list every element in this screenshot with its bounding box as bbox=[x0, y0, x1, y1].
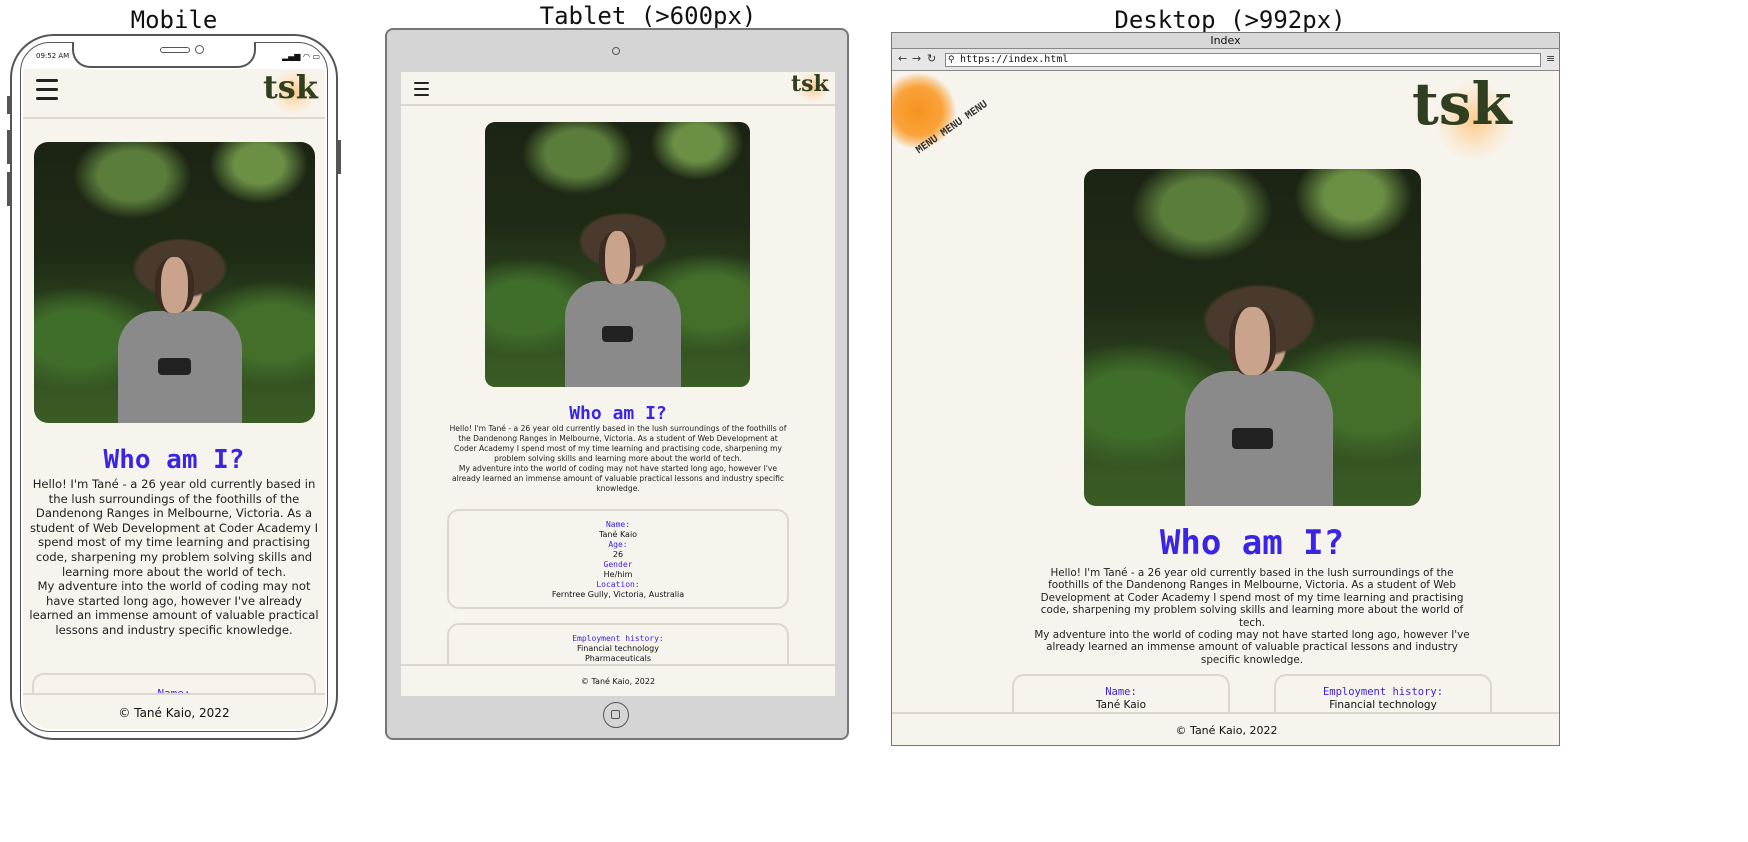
mobile-footer: © Tané Kaio, 2022 bbox=[23, 693, 325, 729]
signal-icon: ▂▄▆ ◠ ▭ bbox=[282, 52, 321, 61]
name-label: Name: bbox=[1105, 686, 1137, 698]
browser-titlebar: Index bbox=[892, 33, 1559, 49]
age-value: 26 bbox=[612, 550, 624, 559]
tablet-screen: tsk Who am I? Hello! I'm Tané - a 26 yea… bbox=[401, 72, 835, 696]
browser-toolbar: ← → ↻ ⚲ https://index.html ≡ bbox=[892, 49, 1559, 71]
gender-value: He/him bbox=[603, 570, 633, 579]
tablet-home-button bbox=[603, 702, 629, 728]
phone-speaker bbox=[160, 47, 190, 53]
location-value: Ferntree Gully, Victoria, Australia bbox=[551, 590, 685, 599]
mobile-header: tsk bbox=[23, 69, 325, 119]
intro-text: Hello! I'm Tané - a 26 year old currentl… bbox=[1032, 567, 1472, 666]
logo-text: tsk bbox=[1412, 70, 1512, 138]
logo[interactable]: tsk bbox=[263, 69, 319, 115]
sun-menu-button[interactable]: MENU MENU MENU bbox=[892, 63, 990, 159]
phone-side-button bbox=[7, 96, 10, 114]
name-value: Tané Kaio bbox=[598, 530, 638, 539]
logo-text: tsk bbox=[791, 72, 829, 97]
logo[interactable]: tsk bbox=[1412, 75, 1514, 161]
intro-paragraph-2: My adventure into the world of coding ma… bbox=[451, 464, 785, 493]
intro-paragraph-2: My adventure into the world of coding ma… bbox=[1034, 629, 1470, 666]
phone-side-button bbox=[338, 140, 341, 174]
intro-text: Hello! I'm Tané - a 26 year old currentl… bbox=[447, 424, 789, 494]
intro-paragraph-1: Hello! I'm Tané - a 26 year old currentl… bbox=[449, 424, 787, 463]
employment-item: Financial technology bbox=[577, 644, 659, 653]
menu-icon[interactable] bbox=[36, 79, 58, 100]
browser-title: Index bbox=[1210, 34, 1241, 47]
address-bar[interactable]: ⚲ https://index.html bbox=[945, 53, 1541, 67]
page-heading: Who am I? bbox=[103, 445, 245, 475]
employment-item: Pharmaceuticals bbox=[584, 654, 652, 663]
intro-text: Hello! I'm Tané - a 26 year old currentl… bbox=[29, 477, 319, 638]
mobile-caption: Mobile bbox=[130, 6, 218, 34]
browser-menu-icon[interactable]: ≡ bbox=[1546, 52, 1555, 65]
page-heading: Who am I? bbox=[1159, 523, 1345, 563]
tablet-caption: Tablet (>600px) bbox=[539, 2, 757, 30]
profile-photo bbox=[34, 142, 315, 423]
footer-text: © Tané Kaio, 2022 bbox=[1175, 724, 1278, 737]
tablet-header: tsk bbox=[401, 72, 835, 106]
employment-label: Employment history: bbox=[1322, 686, 1444, 698]
footer-text: © Tané Kaio, 2022 bbox=[580, 677, 656, 686]
page-heading: Who am I? bbox=[569, 403, 667, 424]
info-card: Name: Tané Kaio Age: 26 Gender He/him Lo… bbox=[447, 509, 789, 609]
mobile-screen: tsk Who am I? Hello! I'm Tané - a 26 yea… bbox=[23, 69, 325, 729]
name-label: Name: bbox=[605, 520, 631, 529]
phone-camera bbox=[195, 45, 204, 54]
browser-window: Index ← → ↻ ⚲ https://index.html ≡ MENU … bbox=[891, 32, 1560, 746]
employment-item: Financial technology bbox=[1329, 699, 1437, 711]
logo-text: tsk bbox=[263, 69, 318, 106]
phone-side-button bbox=[7, 172, 10, 206]
intro-paragraph-1: Hello! I'm Tané - a 26 year old currentl… bbox=[30, 477, 318, 579]
menu-icon[interactable] bbox=[414, 82, 429, 96]
age-label: Age: bbox=[608, 540, 628, 549]
location-label: Location: bbox=[596, 580, 640, 589]
intro-paragraph-2: My adventure into the world of coding ma… bbox=[29, 579, 319, 637]
status-time: 09:52 AM bbox=[36, 52, 70, 60]
desktop-footer: © Tané Kaio, 2022 bbox=[892, 712, 1559, 745]
gender-label: Gender bbox=[603, 560, 633, 569]
profile-photo bbox=[1084, 169, 1421, 506]
footer-text: © Tané Kaio, 2022 bbox=[118, 706, 230, 720]
tablet-camera bbox=[612, 47, 620, 55]
logo[interactable]: tsk bbox=[791, 72, 831, 103]
desktop-caption: Desktop (>992px) bbox=[1114, 6, 1346, 34]
name-value: Tané Kaio bbox=[1095, 699, 1147, 711]
phone-notch bbox=[72, 42, 256, 68]
employment-label: Employment history: bbox=[572, 634, 664, 643]
url-text: https://index.html bbox=[960, 54, 1069, 65]
profile-photo bbox=[485, 122, 750, 387]
tablet-footer: © Tané Kaio, 2022 bbox=[401, 664, 835, 696]
intro-paragraph-1: Hello! I'm Tané - a 26 year old currentl… bbox=[1040, 567, 1464, 629]
phone-side-button bbox=[7, 130, 10, 164]
